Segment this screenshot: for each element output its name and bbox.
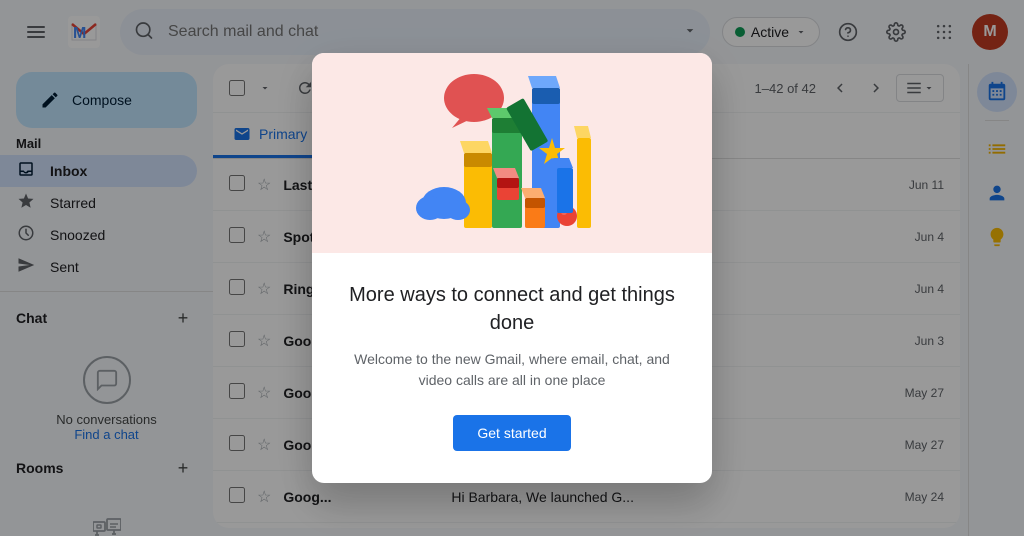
modal-subtitle: Welcome to the new Gmail, where email, c… bbox=[344, 349, 680, 391]
modal-title: More ways to connect and get things done bbox=[344, 281, 680, 337]
modal-illustration bbox=[312, 53, 712, 253]
get-started-button[interactable]: Get started bbox=[453, 415, 570, 451]
modal-body: More ways to connect and get things done… bbox=[312, 253, 712, 483]
modal-overlay[interactable]: More ways to connect and get things done… bbox=[0, 0, 1024, 536]
app-container: M Active bbox=[0, 0, 1024, 536]
modal: More ways to connect and get things done… bbox=[312, 53, 712, 483]
